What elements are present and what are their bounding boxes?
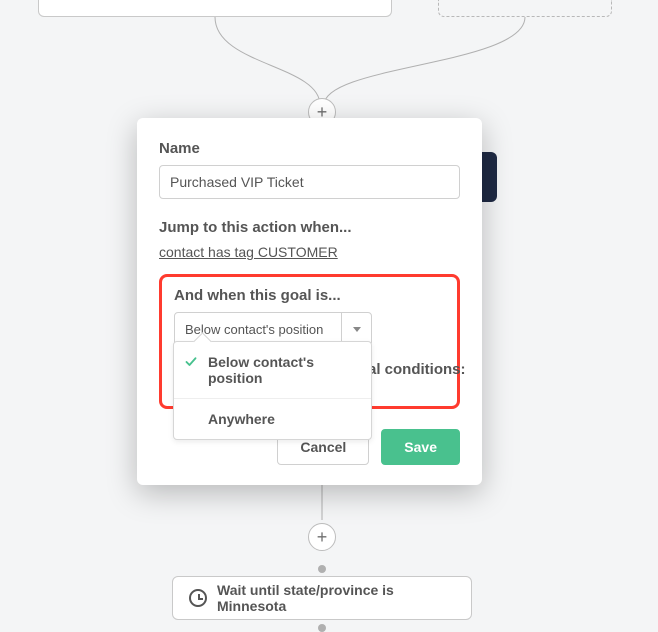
goal-position-dropdown: Below contact's position Anywhere [173, 341, 372, 440]
goal-modal: Name Jump to this action when... contact… [137, 118, 482, 485]
save-button[interactable]: Save [381, 429, 460, 465]
modal-overlay: Name Jump to this action when... contact… [0, 0, 658, 629]
goal-position-highlight: And when this goal is... Below contact's… [159, 274, 460, 409]
option-anywhere[interactable]: Anywhere [174, 398, 371, 439]
jump-label: Jump to this action when... [159, 219, 460, 236]
name-label: Name [159, 140, 460, 157]
select-value: Below contact's position [185, 322, 323, 337]
option-label: Below contact's position [208, 354, 314, 386]
option-label: Anywhere [208, 411, 275, 427]
goal-position-label: And when this goal is... [174, 287, 445, 304]
chevron-down-icon [353, 327, 361, 332]
obscured-text: al conditions: [368, 361, 466, 378]
check-icon [185, 355, 197, 367]
option-below-position[interactable]: Below contact's position [174, 342, 371, 398]
name-input[interactable] [159, 165, 460, 199]
condition-link[interactable]: contact has tag CUSTOMER [159, 244, 338, 260]
